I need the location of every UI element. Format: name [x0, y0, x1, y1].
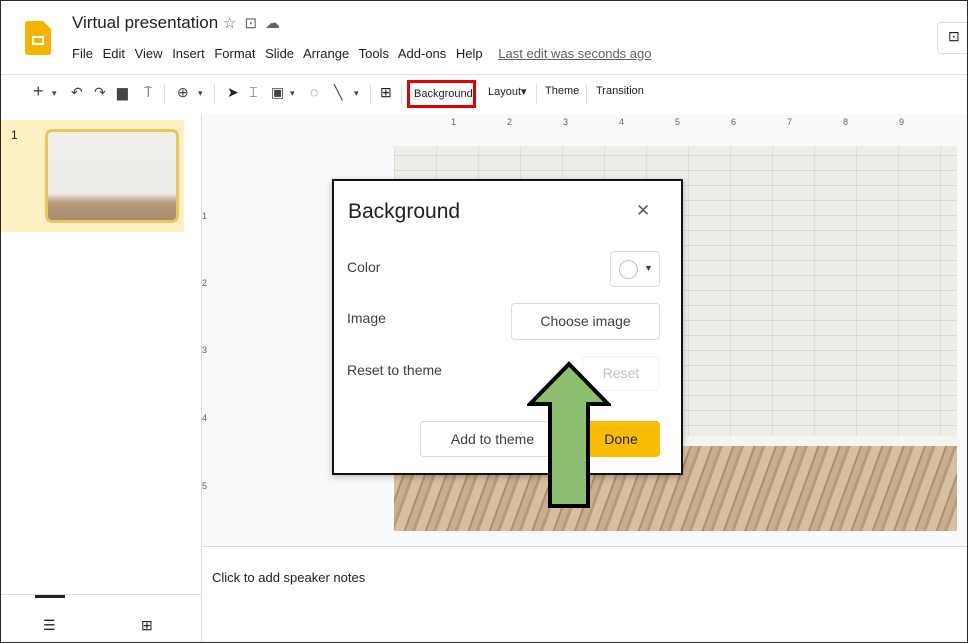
menu-bar: File Edit View Insert Format Slide Arran…: [72, 46, 658, 61]
background-button-label: Background: [414, 88, 473, 100]
select-cursor-icon[interactable]: ➤: [227, 84, 239, 101]
star-icon[interactable]: ☆: [223, 15, 244, 32]
document-title[interactable]: Virtual presentation: [72, 13, 218, 33]
grid-view-icon[interactable]: ⊞: [141, 617, 153, 634]
shape-icon[interactable]: ◌: [310, 84, 318, 100]
ruler-tick: 2: [507, 117, 513, 127]
active-view-indicator: [35, 595, 65, 598]
layout-button[interactable]: Layout▾: [488, 85, 527, 98]
ruler-tick: 1: [202, 211, 208, 221]
ruler-tick: 6: [731, 117, 737, 127]
dropdown-caret-icon[interactable]: ▾: [52, 88, 57, 99]
toolbar-divider: [214, 84, 215, 104]
up-arrow-annotation-icon: [527, 361, 611, 508]
slides-logo-icon[interactable]: [25, 21, 51, 55]
title-bar: Virtual presentation ☆⊡☁ File Edit View …: [1, 1, 967, 73]
image-dropdown-caret-icon[interactable]: ▾: [290, 88, 295, 99]
menu-addons[interactable]: Add-ons: [398, 46, 446, 61]
left-ruler: 1 2 3 4 5: [202, 131, 212, 531]
background-dialog: Background ✕ Color ▼ Image Choose image …: [332, 179, 683, 475]
toolbar-divider: [536, 84, 537, 104]
last-edit-link[interactable]: Last edit was seconds ago: [498, 46, 651, 61]
chevron-down-icon: ▼: [644, 263, 653, 273]
dropdown-caret-icon[interactable]: ▾: [198, 88, 203, 99]
transition-button[interactable]: Transition: [596, 85, 644, 97]
menu-file[interactable]: File: [72, 46, 93, 61]
slide-number: 1: [11, 128, 18, 142]
choose-image-button[interactable]: Choose image: [511, 303, 660, 340]
filmstrip-view-toggle: ☰ ⊞: [1, 594, 201, 642]
ruler-tick: 5: [202, 481, 208, 491]
ruler-tick: 2: [202, 278, 208, 288]
menu-insert[interactable]: Insert: [172, 46, 205, 61]
ruler-tick: 3: [202, 345, 208, 355]
ruler-tick: 9: [899, 117, 905, 127]
image-label: Image: [347, 310, 386, 326]
menu-tools[interactable]: Tools: [359, 46, 389, 61]
slide-thumbnail[interactable]: [45, 129, 179, 223]
undo-icon[interactable]: ↶: [71, 84, 83, 101]
speaker-notes-placeholder[interactable]: Click to add speaker notes: [212, 570, 365, 585]
dialog-title: Background: [348, 200, 461, 223]
print-icon[interactable]: ▆: [117, 84, 128, 101]
menu-arrange[interactable]: Arrange: [303, 46, 349, 61]
slide-thumbnail-row[interactable]: 1: [1, 120, 184, 232]
zoom-icon[interactable]: ⊕: [177, 84, 189, 101]
new-slide-plus-icon[interactable]: +: [33, 81, 44, 102]
paint-format-icon[interactable]: ⍑: [144, 84, 152, 101]
menu-format[interactable]: Format: [214, 46, 255, 61]
ruler-tick: 5: [675, 117, 681, 127]
ruler-tick: 4: [619, 117, 625, 127]
move-to-folder-icon[interactable]: ⊡: [244, 15, 265, 32]
title-icons: ☆⊡☁: [223, 14, 288, 32]
background-button[interactable]: Background: [407, 80, 476, 108]
ruler-tick: 3: [563, 117, 569, 127]
top-ruler: 1 2 3 4 5 6 7 8 9: [399, 117, 959, 127]
toolbar-divider: [370, 84, 371, 104]
toolbar-divider: [586, 84, 587, 104]
ruler-tick: 4: [202, 413, 208, 423]
menu-view[interactable]: View: [135, 46, 163, 61]
color-picker-button[interactable]: ▼: [610, 251, 660, 287]
ruler-tick: 8: [843, 117, 849, 127]
line-dropdown-caret-icon[interactable]: ▾: [354, 88, 359, 99]
filmstrip-panel: 1 ☰ ⊞: [1, 114, 202, 642]
present-button[interactable]: ⊡: [937, 22, 967, 54]
menu-slide[interactable]: Slide: [265, 46, 294, 61]
menu-edit[interactable]: Edit: [103, 46, 125, 61]
theme-button[interactable]: Theme: [545, 85, 579, 97]
menu-help[interactable]: Help: [456, 46, 483, 61]
cloud-status-icon[interactable]: ☁: [265, 15, 288, 32]
ruler-tick: 7: [787, 117, 793, 127]
color-swatch: [619, 260, 638, 279]
ruler-tick: 1: [451, 117, 457, 127]
reset-to-theme-label: Reset to theme: [347, 362, 442, 378]
notes-resize-handle[interactable]: [202, 546, 967, 553]
color-label: Color: [347, 259, 381, 275]
present-icon: ⊡: [948, 28, 960, 44]
line-icon[interactable]: ╲: [334, 84, 342, 101]
close-icon[interactable]: ✕: [636, 201, 650, 221]
redo-icon[interactable]: ↷: [94, 84, 106, 101]
image-icon[interactable]: ▣: [271, 84, 284, 101]
app-window: Virtual presentation ☆⊡☁ File Edit View …: [0, 0, 968, 643]
text-box-icon[interactable]: ⌶: [249, 84, 257, 101]
toolbar-divider: [164, 84, 165, 104]
toolbar-divider: [401, 84, 402, 104]
filmstrip-view-icon[interactable]: ☰: [43, 617, 56, 634]
insert-comment-icon[interactable]: ⊞: [380, 84, 392, 101]
toolbar: + ▾ ↶ ↷ ▆ ⍑ ⊕ ▾ ➤ ⌶ ▣ ▾ ◌ ╲ ▾ ⊞ Backgrou…: [1, 74, 967, 115]
